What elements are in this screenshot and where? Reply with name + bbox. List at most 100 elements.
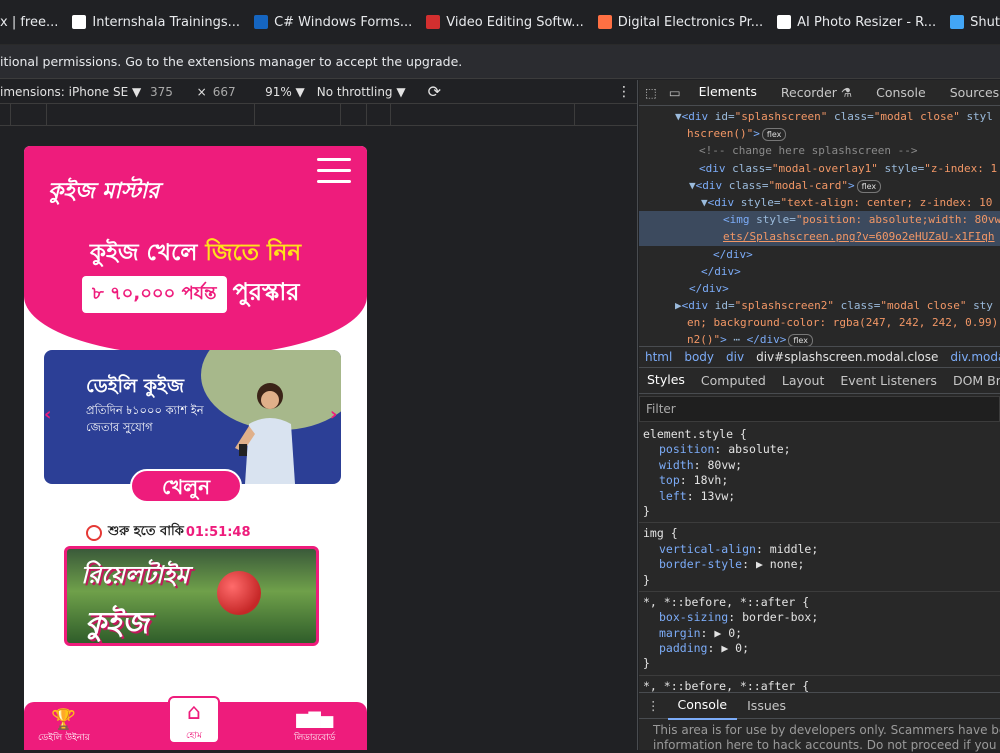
drawer-tab-issues[interactable]: Issues (737, 693, 796, 719)
chevron-right-icon[interactable]: › (330, 404, 337, 425)
nav-daily-winner[interactable]: 🏆 ডেইলি উইনার (38, 708, 90, 745)
mobile-page: কুইজ মাস্টার কুইজ খেলে জিতে নিন ৮ ৭০,০০০… (24, 146, 367, 750)
css-property[interactable]: box-sizing: border-box; (643, 610, 1000, 625)
bookmark-label: AI Photo Resizer - R... (797, 14, 937, 30)
banner-subtitle: প্রতিদিন ৳১০০০ ক্যাশ ইন জেতার সুযোগ (86, 403, 204, 434)
daily-quiz-banner[interactable]: ডেইলি কুইজ প্রতিদিন ৳১০০০ ক্যাশ ইন জেতার… (44, 350, 341, 484)
tab-console[interactable]: Console (864, 80, 938, 105)
css-property[interactable]: width: 80vw; (643, 458, 1000, 473)
css-property[interactable]: position: absolute; (643, 442, 1000, 457)
bookmark-label: C# Windows Forms... (274, 14, 413, 30)
device-select[interactable]: imensions: iPhone SE ▼ (0, 85, 141, 99)
bookmark-favicon-icon (72, 15, 87, 29)
nav-leaderboard[interactable]: ▆▇▅ লিডারবোর্ড (294, 708, 335, 745)
width-input[interactable]: 375 (150, 85, 187, 99)
nav-daily-winner-label: ডেইলি উইনার (38, 733, 90, 743)
css-property[interactable]: border-style: ▶ none; (643, 557, 1000, 572)
drawer-tab-console[interactable]: Console (667, 692, 738, 720)
zoom-select[interactable]: 91% ▼ (265, 85, 305, 99)
devtools-panel: ⬚ ▭ Elements Recorder ⚗ Console Sources … (639, 80, 1000, 752)
podium-icon: ▆▇▅ (296, 709, 334, 728)
css-selector[interactable]: element.style { (643, 427, 1000, 442)
times-sign: × (196, 84, 207, 99)
breadcrumb-item[interactable]: div (726, 350, 744, 364)
bookmark-item[interactable]: AI Photo Resizer - R... (777, 15, 936, 30)
cricket-ball-icon (217, 571, 261, 615)
breadcrumb-item[interactable]: div#splashscreen.modal.close (756, 350, 938, 364)
bookmark-label: Internshala Trainings... (92, 14, 241, 30)
countdown: শুরু হতে বাকি 01:51:48 (86, 522, 251, 543)
styles-subtab[interactable]: DOM Breakpo (945, 368, 1000, 393)
styles-subtab[interactable]: Computed (693, 368, 774, 393)
css-property[interactable]: vertical-align: middle; (643, 542, 1000, 557)
bookmark-item[interactable]: Video Editing Softw... (426, 15, 584, 30)
dom-node-line[interactable]: </div> (639, 246, 1000, 263)
infobar-text: itional permissions. Go to the extension… (0, 54, 463, 69)
hero-section: কুইজ মাস্টার কুইজ খেলে জিতে নিন ৮ ৭০,০০০… (24, 146, 367, 356)
throttle-select[interactable]: No throttling ▼ (317, 85, 406, 99)
styles-filter-input[interactable]: Filter (639, 396, 1000, 422)
dom-node-line[interactable]: <img style="position: absolute;width: 80… (639, 211, 1000, 229)
bookmark-item[interactable]: Internshala Trainings... (72, 15, 240, 30)
nav-home-label: হোম (186, 731, 202, 741)
console-warning-line-1: This area is for use by developers only.… (653, 723, 1000, 737)
tab-recorder[interactable]: Recorder ⚗ (769, 80, 864, 105)
play-button[interactable]: খেলুন (130, 469, 242, 503)
breadcrumb-item[interactable]: div.modal-card (950, 350, 1000, 364)
bookmark-label: Shutterstock Photo... (970, 14, 1000, 30)
realtime-quiz-card[interactable]: রিয়েলটাইম কুইজ (64, 546, 319, 646)
hamburger-menu-icon[interactable] (317, 158, 351, 184)
css-property[interactable]: left: 13vw; (643, 489, 1000, 504)
dom-node-line[interactable]: ▼<div class="modal-card"> flex (639, 177, 1000, 194)
css-rule-end: } (643, 503, 650, 518)
styles-subtab[interactable]: Styles (639, 368, 693, 393)
css-rule: img {vertical-align: middle; border-style… (639, 523, 1000, 592)
prize-amount: ৮ ৭০,০০০ পর্যন্ত (82, 275, 227, 313)
styles-subtab[interactable]: Layout (774, 368, 833, 393)
rotate-icon[interactable]: ⟳ (428, 82, 441, 101)
bookmark-item[interactable]: x | free... (0, 15, 58, 30)
dom-node-line[interactable]: ▼<div style="text-align: center; z-index… (639, 194, 1000, 211)
hero-headline: কুইজ খেলে জিতে নিন (24, 234, 367, 273)
css-property[interactable]: top: 18vh; (643, 473, 1000, 488)
dom-node-line[interactable]: </div> (639, 263, 1000, 280)
dom-node-line[interactable]: ▶<div id="splashscreen2" class="modal cl… (639, 297, 1000, 314)
drawer-menu-icon[interactable]: ⋮ (639, 693, 668, 719)
css-selector[interactable]: img { (643, 526, 1000, 541)
bookmark-label: x | free... (0, 14, 59, 30)
breadcrumb-item[interactable]: body (684, 350, 714, 364)
styles-rules: element.style {position: absolute; width:… (639, 424, 1000, 712)
media-query-ruler (0, 104, 637, 126)
dom-node-line[interactable]: </div> (639, 280, 1000, 297)
styles-tabs: Styles Computed Layout Event Listeners DOM B… (639, 368, 1000, 394)
css-selector[interactable]: *, *::before, *::after { (643, 595, 1000, 610)
dom-node-line[interactable]: <div class="modal-overlay1" style="z-ind… (639, 160, 1000, 177)
bookmark-item[interactable]: Shutterstock Photo... (950, 15, 1000, 30)
device-toggle-icon[interactable]: ▭ (663, 80, 687, 105)
styles-subtab[interactable]: Event Listeners (832, 368, 945, 393)
css-rule: element.style {position: absolute; width:… (639, 424, 1000, 524)
breadcrumb-item[interactable]: html (645, 350, 672, 364)
breadcrumb: html body div div#splashscreen.modal.close d… (639, 346, 1000, 368)
dom-node-line[interactable]: n2()"> ⋯ </div> flex (639, 331, 1000, 346)
dom-node-line[interactable]: ▼<div id="splashscreen" class="modal clo… (639, 108, 1000, 125)
height-input[interactable]: 667 (213, 85, 253, 99)
css-property[interactable]: padding: ▶ 0; (643, 641, 1000, 656)
css-property[interactable]: margin: ▶ 0; (643, 626, 1000, 641)
bookmark-item[interactable]: Digital Electronics Pr... (597, 15, 763, 30)
chevron-left-icon[interactable]: ‹ (44, 404, 51, 425)
dom-node-line[interactable]: en; background-color: rgba(247, 242, 242… (639, 314, 1000, 331)
more-options-icon[interactable]: ⋮ (617, 84, 631, 100)
dom-node-line[interactable]: ets/Splashscreen.png?v=609o2eHUZaU-x1FIq… (639, 228, 1000, 246)
inspect-icon[interactable]: ⬚ (639, 80, 663, 105)
bookmark-item[interactable]: C# Windows Forms... (254, 15, 412, 30)
drawer-tabs: ⋮ Console Issues (639, 692, 1000, 720)
dom-node-line[interactable]: <!-- change here splashscreen --> (639, 142, 1000, 159)
dom-node-line[interactable]: hscreen()"> flex (639, 125, 1000, 142)
nav-home[interactable]: ⌂ হোম (168, 696, 220, 744)
realtime-subtitle: কুইজ (85, 606, 149, 641)
tab-elements[interactable]: Elements (686, 80, 769, 105)
tab-sources[interactable]: Sources (938, 80, 1000, 105)
device-viewport: imensions: iPhone SE ▼ 375 × 667 91% ▼ N… (0, 80, 638, 750)
css-rule-end: } (643, 572, 650, 587)
